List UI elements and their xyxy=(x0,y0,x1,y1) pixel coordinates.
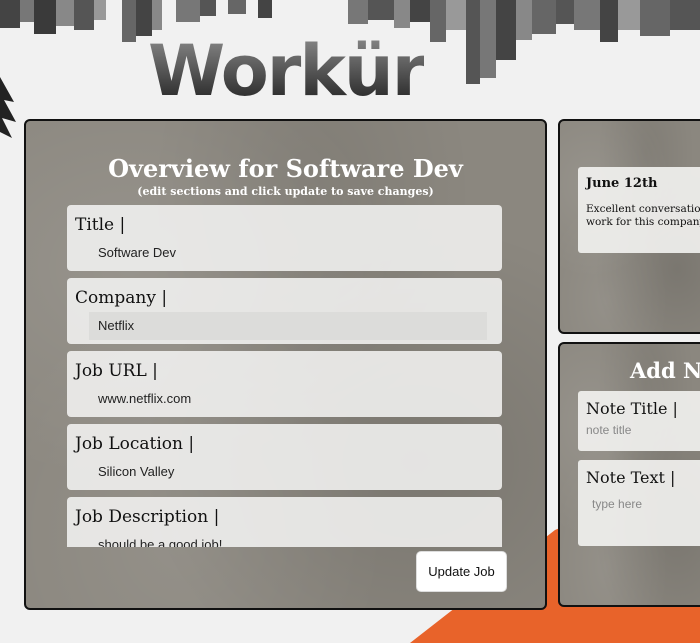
field-label: Job Location | xyxy=(75,434,195,454)
note-text-line: Excellent conversation xyxy=(586,203,700,215)
field-job-location: Job Location | Silicon Valley xyxy=(67,424,502,490)
note-text-line: work for this company. xyxy=(586,216,700,228)
field-company: Company | Netflix xyxy=(67,278,502,344)
add-note-panel: Add No Note Title | note title Note Text… xyxy=(558,342,700,607)
overview-title: Overview for Software Dev xyxy=(108,154,463,183)
add-note-title: Add No xyxy=(630,358,700,383)
job-url-input[interactable]: www.netflix.com xyxy=(89,385,487,413)
update-job-button[interactable]: Update Job xyxy=(416,551,507,592)
field-label: Job Description | xyxy=(75,507,220,527)
job-fields-scroll-area[interactable]: Title | Software Dev Company | Netflix J… xyxy=(67,205,504,547)
note-text-field: Note Text | type here xyxy=(578,460,700,546)
note-title-field: Note Title | note title xyxy=(578,391,700,451)
note-card[interactable]: June 12th Excellent conversation work fo… xyxy=(578,167,700,253)
branch-decoration xyxy=(0,77,16,138)
job-description-input[interactable]: should be a good job! xyxy=(89,531,487,547)
overview-subtitle: (edit sections and click update to save … xyxy=(137,185,434,198)
company-input[interactable]: Netflix xyxy=(89,312,487,340)
field-label: Job URL | xyxy=(75,361,158,381)
note-text-input[interactable]: type here xyxy=(592,497,642,511)
field-job-url: Job URL | www.netflix.com xyxy=(67,351,502,417)
title-input[interactable]: Software Dev xyxy=(89,239,487,267)
field-title: Title | Software Dev xyxy=(67,205,502,271)
notes-panel: June 12th Excellent conversation work fo… xyxy=(558,119,700,334)
job-overview-panel: Overview for Software Dev (edit sections… xyxy=(24,119,547,610)
field-label: Company | xyxy=(75,288,168,308)
note-title-input[interactable]: note title xyxy=(586,423,631,437)
field-job-description: Job Description | should be a good job! xyxy=(67,497,502,547)
note-text-label: Note Text | xyxy=(586,468,676,487)
note-date: June 12th xyxy=(586,176,658,191)
app-logo[interactable]: Workür xyxy=(148,36,426,106)
note-text: Excellent conversation work for this com… xyxy=(586,203,700,229)
field-label: Title | xyxy=(75,215,126,235)
note-title-label: Note Title | xyxy=(586,399,678,418)
job-location-input[interactable]: Silicon Valley xyxy=(89,458,487,486)
